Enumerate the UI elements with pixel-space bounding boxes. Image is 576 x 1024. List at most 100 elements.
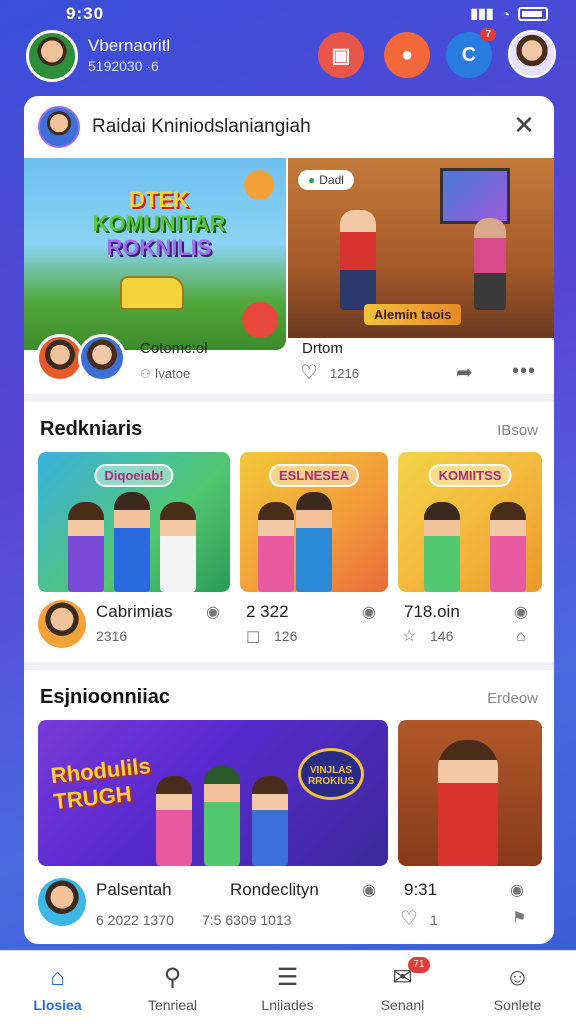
- item-stat: 2316: [96, 628, 128, 644]
- status-icons: ▮▮▮ ◔: [470, 5, 548, 22]
- profile-name[interactable]: Vbernaoritl: [88, 36, 170, 56]
- thumbnail[interactable]: Diqoeiab!: [38, 452, 230, 592]
- car-illustration: [120, 276, 184, 310]
- row-meta: Cabrimias ◉ 2316 2 322 ◉ ☐ 126 718.oin ◉…: [24, 596, 554, 652]
- search-icon: ⚲: [163, 964, 182, 991]
- nav-label: Senanl: [380, 997, 425, 1013]
- person-illustration: [258, 502, 294, 592]
- section-title: Redkniaris: [40, 418, 143, 440]
- person-illustration: [156, 776, 192, 866]
- person-illustration: [68, 502, 104, 592]
- person-illustration: [296, 492, 332, 592]
- checkbox-icon[interactable]: ☐: [246, 628, 260, 648]
- flag-icon[interactable]: ⚑: [512, 908, 526, 928]
- chat-button[interactable]: ▣: [318, 32, 364, 78]
- heart-icon[interactable]: ♡: [400, 906, 418, 931]
- item-stat: 6 2022 1370: [96, 912, 174, 928]
- hero-caption: Alemin taois: [364, 304, 462, 325]
- chat-icon: ▣: [331, 44, 351, 67]
- person-illustration: [490, 502, 526, 592]
- thumbnail[interactable]: KOMIITSS: [398, 452, 542, 592]
- item-title[interactable]: 718.oin: [404, 602, 460, 622]
- item-title[interactable]: Rondeclityn: [230, 880, 319, 900]
- gift-icon[interactable]: ⌂: [516, 628, 526, 646]
- nav-label: Sonlete: [493, 997, 542, 1013]
- avatar-group[interactable]: [36, 334, 130, 384]
- top-header: Vbernaoritl 5192030 ·6 ▣ ● C 7: [0, 28, 576, 90]
- fire-icon: ●: [400, 43, 414, 66]
- item-stat: 146: [430, 628, 454, 644]
- hero-title-line-2: KOMUNITAR: [92, 211, 226, 237]
- item-title[interactable]: Cabrimias: [96, 602, 173, 622]
- heart-icon[interactable]: ♡: [300, 360, 318, 385]
- avatar[interactable]: [38, 600, 86, 648]
- item-title[interactable]: 9:31: [404, 880, 437, 900]
- close-icon: ✕: [513, 110, 535, 140]
- nav-label: Llosiea: [33, 997, 82, 1013]
- view-icon: ◉: [206, 604, 220, 621]
- view-icon: ◉: [514, 604, 528, 621]
- featured-label: Rhodulils TRUGH: [50, 753, 155, 815]
- section-divider: [24, 662, 554, 670]
- status-bar: 9:30 ▮▮▮ ◔: [0, 0, 576, 28]
- thumbnail-label: Diqoeiab!: [94, 464, 174, 487]
- person-illustration: [204, 766, 240, 866]
- nav-item-profile[interactable]: ☺ Sonlete: [460, 951, 575, 1024]
- hero-title: DTEK KOMUNITAR ROKNILIS: [64, 187, 254, 261]
- more-icon[interactable]: •••: [512, 360, 536, 383]
- battery-icon: [518, 6, 548, 21]
- profile-icon: ☺: [505, 964, 530, 991]
- view-icon: ◉: [362, 882, 376, 899]
- thumbnail[interactable]: ESLNESEA: [240, 452, 388, 592]
- notification-icon: C: [461, 43, 477, 66]
- nav-item-list[interactable]: ☰ Lniiades: [230, 951, 345, 1024]
- nav-label: Tenrieal: [147, 997, 198, 1013]
- post-title[interactable]: Cotomc:ol: [140, 340, 208, 357]
- notification-button[interactable]: C 7: [446, 28, 496, 78]
- avatar: [78, 334, 126, 382]
- row-meta: Palsentah 6 2022 1370 Rondeclityn 7:5 63…: [24, 872, 554, 936]
- item-title[interactable]: 2 322: [246, 602, 289, 622]
- card-avatar[interactable]: [38, 106, 80, 148]
- item-title[interactable]: Palsentah: [96, 880, 172, 900]
- avatar[interactable]: [38, 878, 86, 926]
- nav-item-messages[interactable]: ✉ 71 Senanl: [345, 951, 460, 1024]
- wifi-icon: ◔: [501, 5, 510, 22]
- profile-avatar[interactable]: [26, 30, 78, 82]
- home-icon: ⌂: [50, 964, 65, 991]
- hero-title-line-3: ROKNILIS: [106, 235, 212, 261]
- screen-illustration: [440, 168, 510, 224]
- user-avatar[interactable]: [508, 30, 556, 78]
- view-icon: ◉: [362, 604, 376, 621]
- person-illustration: [114, 492, 150, 592]
- hero-image-left[interactable]: DTEK KOMUNITAR ROKNILIS: [24, 158, 286, 350]
- hero-title-line-1: DTEK: [129, 187, 189, 212]
- share-icon[interactable]: ➦: [456, 360, 473, 385]
- message-icon: ✉ 71: [388, 957, 430, 993]
- person-illustration: [474, 218, 506, 310]
- see-all-link[interactable]: IBsow: [497, 422, 538, 439]
- nav-item-home[interactable]: ⌂ Llosiea: [0, 951, 115, 1024]
- view-icon: ◉: [510, 882, 524, 899]
- thumbnail-label: KOMIITSS: [428, 464, 512, 487]
- card-header: Raidai Kniniodslaniangiah ✕: [24, 96, 554, 158]
- section-title: Esjnioonniiac: [40, 686, 171, 708]
- post-stat-value: Ivatoe: [154, 366, 191, 381]
- featured-thumbnail[interactable]: Rhodulils TRUGH VINJLAS RROKIUS: [38, 720, 388, 866]
- item-stat: 7:5 6309 1013: [202, 912, 292, 928]
- message-badge: 71: [408, 957, 430, 973]
- person-illustration: [340, 210, 376, 310]
- nav-item-search[interactable]: ⚲ Tenrieal: [115, 951, 230, 1024]
- see-all-link[interactable]: Erdeow: [487, 690, 538, 707]
- bottom-nav: ⌂ Llosiea ⚲ Tenrieal ☰ Lniiades ✉ 71 Sena…: [0, 950, 576, 1024]
- star-icon[interactable]: ☆: [402, 626, 416, 646]
- hero-image-right[interactable]: Dadl Alemin taois: [288, 158, 554, 338]
- fire-button[interactable]: ●: [384, 32, 430, 78]
- post-stat: ⚇ Ivatoe: [140, 366, 190, 381]
- post-title[interactable]: Drtom: [302, 340, 343, 357]
- chat-bubble-decoration: [242, 302, 278, 338]
- profile-subtitle: 5192030 ·6: [88, 58, 159, 74]
- thumbnail[interactable]: [398, 720, 542, 866]
- list-icon: ☰: [276, 964, 299, 991]
- close-button[interactable]: ✕: [510, 112, 538, 140]
